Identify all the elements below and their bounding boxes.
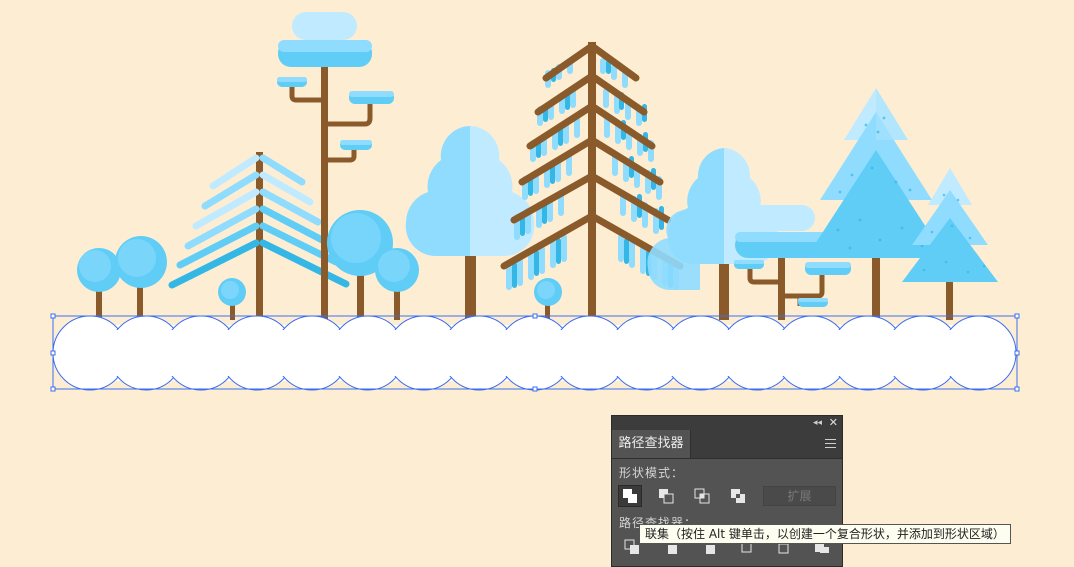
unite-button[interactable] (618, 485, 642, 507)
expand-button[interactable]: 扩展 (763, 486, 836, 506)
minus-front-button[interactable] (654, 485, 678, 507)
pathfinder-panel: ◂◂ ✕ 路径查找器 形状模式： 扩展 路径查找器： (611, 415, 843, 567)
intersect-button[interactable] (690, 485, 714, 507)
round-tree-right-of-medium (375, 248, 419, 320)
panel-tab-row: 路径查找器 (612, 430, 842, 459)
shape-modes-label: 形状模式： (619, 466, 685, 480)
panel-title-bar[interactable]: ◂◂ ✕ (612, 416, 842, 430)
unite-tooltip: 联集（按住 Alt 键单击，以创建一个复合形状，并添加到形状区域） (639, 524, 1011, 544)
tab-pathfinder[interactable]: 路径查找器 (612, 430, 691, 458)
minus-front-icon (659, 489, 674, 504)
lollipop-tree-center (534, 278, 562, 320)
exclude-button[interactable] (726, 485, 750, 507)
close-panel-icon[interactable]: ✕ (829, 416, 838, 430)
divide-icon (624, 539, 639, 554)
artboard-canvas[interactable] (0, 0, 1074, 567)
round-tree-small-left (77, 248, 121, 320)
branch-tree-left (168, 152, 350, 320)
unite-icon (623, 489, 637, 503)
ground-circles[interactable] (52, 315, 1017, 391)
round-tree-left (115, 236, 167, 320)
collapse-panel-icon[interactable]: ◂◂ (813, 416, 822, 430)
panel-menu-icon[interactable] (825, 439, 836, 451)
intersect-icon (694, 488, 710, 504)
triangle-pine-large (806, 88, 946, 320)
exclude-icon (731, 489, 745, 503)
lollipop-tree-small (218, 278, 246, 320)
